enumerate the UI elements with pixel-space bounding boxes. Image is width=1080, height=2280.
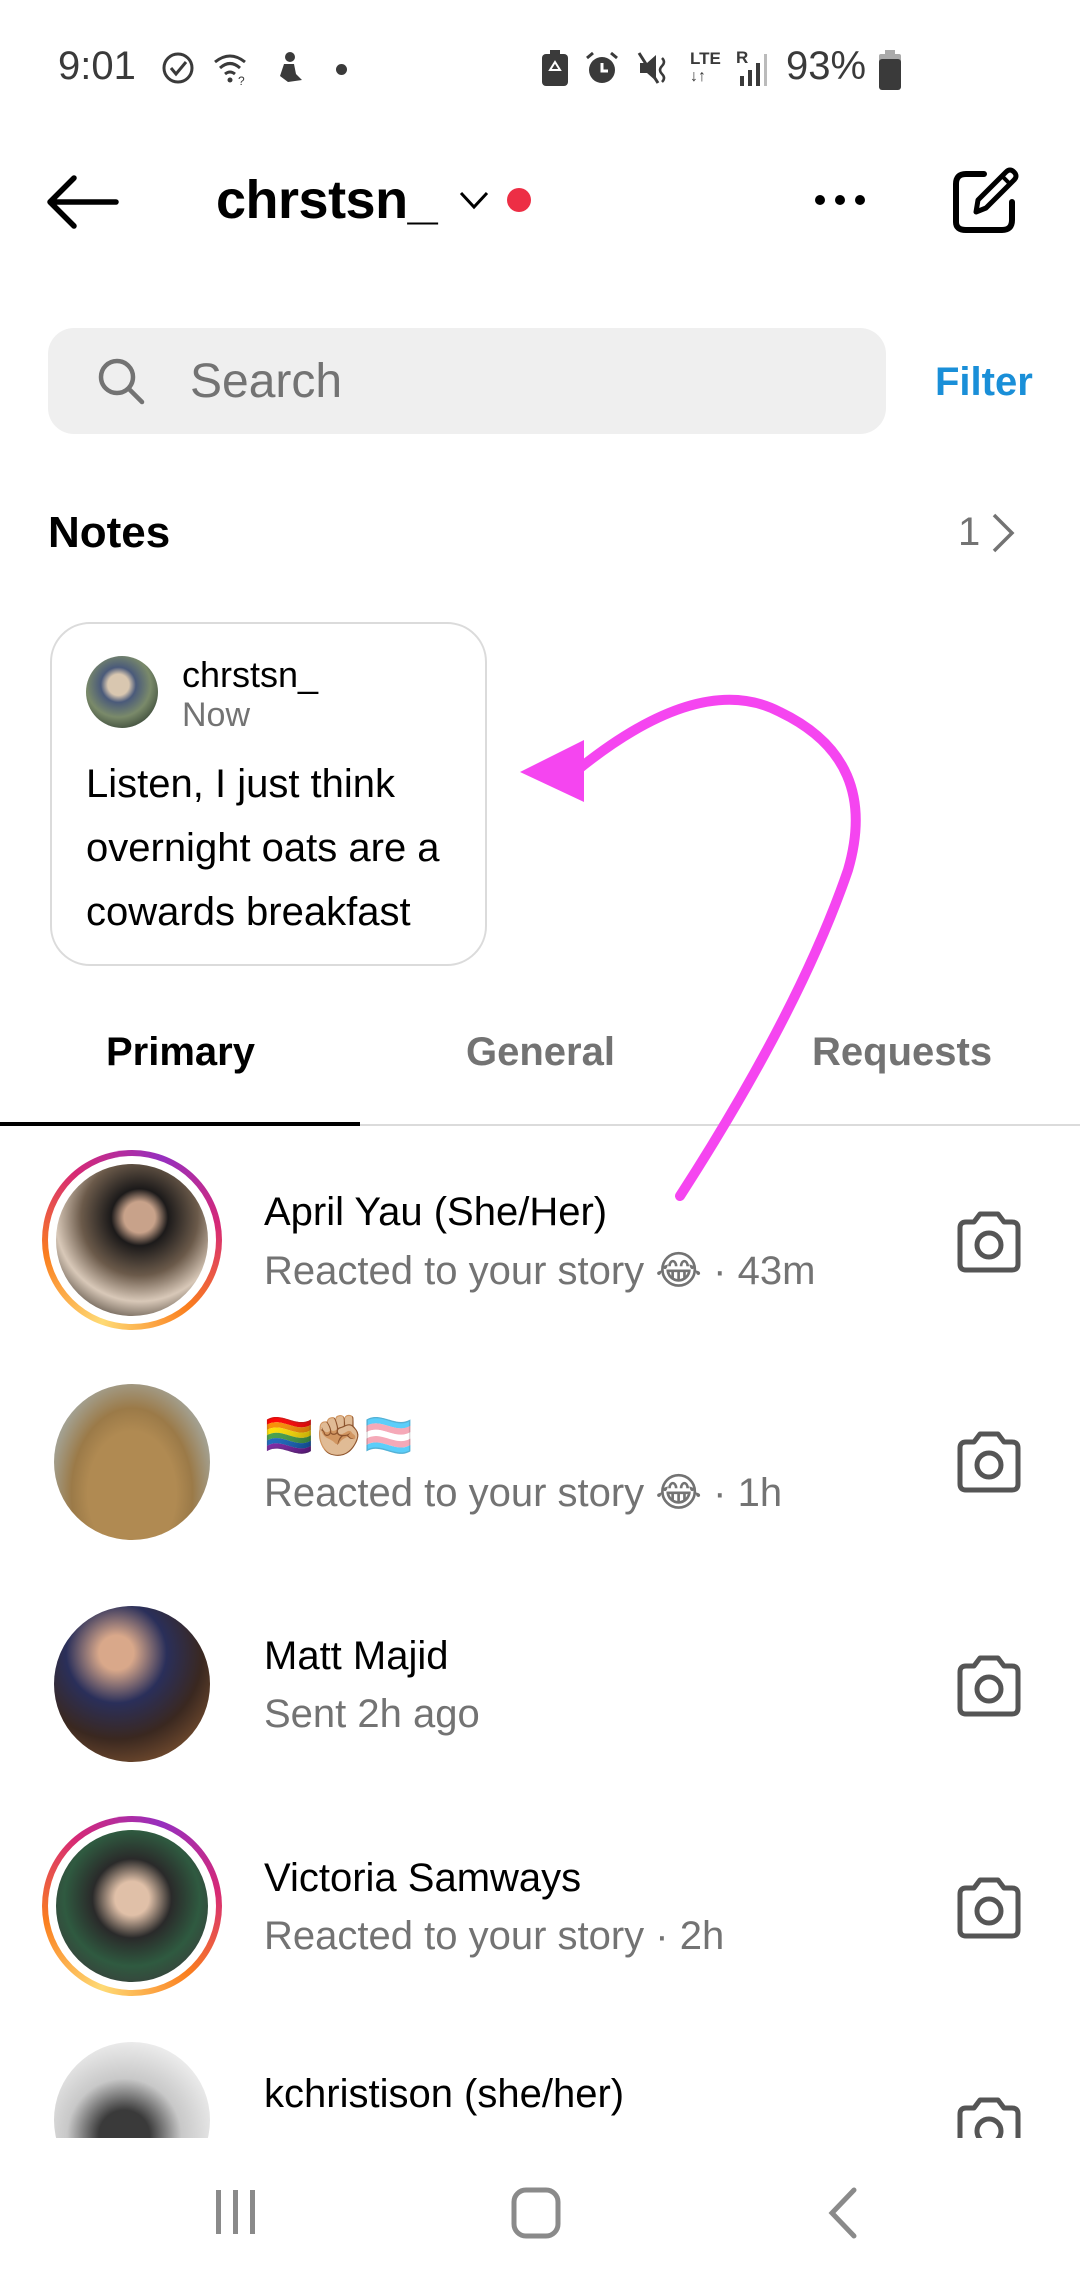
conversation-subtitle: Reacted to your story · 2h [264, 1914, 725, 1958]
note-card[interactable]: chrstsn_ Now Listen, I just think overni… [50, 622, 487, 966]
battery-saver-icon [542, 50, 568, 86]
notes-count-link[interactable]: 1 [958, 510, 1016, 555]
system-nav-bar [0, 2138, 1080, 2280]
chevron-right-icon [993, 513, 1015, 552]
note-time: Now [182, 696, 251, 734]
avatar [42, 1816, 222, 1996]
avatar-image [54, 1384, 210, 1540]
avatar [42, 1594, 222, 1774]
wifi-question-icon: ? [214, 54, 246, 86]
conversation-row[interactable]: Matt Majid Sent 2h ago [0, 1574, 1080, 1796]
tab-general[interactable]: General [466, 1030, 615, 1075]
camera-icon[interactable] [954, 1652, 1024, 1718]
battery-icon [879, 50, 901, 90]
conversation-name: April Yau (She/Her) [264, 1190, 608, 1234]
note-avatar [86, 656, 158, 728]
notes-count: 1 [958, 510, 981, 554]
camera-icon[interactable] [954, 1428, 1024, 1494]
notification-dot-icon [336, 64, 347, 75]
avatar-image [54, 2042, 210, 2138]
mute-icon [637, 52, 666, 84]
conversation-row[interactable]: 🏳️‍🌈✊🏼🏳️‍⚧️ Reacted to your story 😂 · 1h [0, 1352, 1080, 1574]
signal-icon [740, 54, 767, 86]
chevron-down-icon [460, 191, 489, 210]
conversation-name: Matt Majid [264, 1634, 449, 1678]
avatar-image [56, 1164, 208, 1316]
battery-percent: 93% [786, 44, 867, 88]
check-circle-icon [162, 52, 194, 84]
tab-requests[interactable]: Requests [812, 1030, 992, 1075]
accessibility-icon [280, 52, 302, 82]
avatar [42, 1150, 222, 1330]
notes-heading: Notes [48, 508, 171, 557]
inbox-tabs: Primary General Requests [0, 990, 1080, 1126]
avatar-image [56, 1830, 208, 1982]
conversation-subtitle: Sent 2h ago [264, 1692, 480, 1736]
status-time: 9:01 [58, 44, 136, 88]
more-options-icon[interactable] [812, 180, 868, 220]
header: chrstsn_ [0, 140, 1080, 260]
svg-text:?: ? [238, 74, 245, 86]
note-username: chrstsn_ [182, 654, 319, 695]
conversation-subtitle: Reacted to your story 😂 · 1h [264, 1471, 783, 1515]
back-arrow-icon[interactable] [44, 172, 120, 232]
filter-button[interactable]: Filter [935, 360, 1033, 405]
camera-icon[interactable] [954, 1208, 1024, 1274]
search-icon [98, 358, 145, 405]
camera-icon[interactable] [954, 2094, 1024, 2138]
lte-icon: LTE ↓↑ [690, 49, 721, 85]
tab-primary[interactable]: Primary [106, 1030, 255, 1075]
avatar [42, 2030, 222, 2138]
search-input[interactable] [190, 353, 790, 409]
conversation-row[interactable]: April Yau (She/Her) Reacted to your stor… [0, 1130, 1080, 1352]
conversation-row[interactable]: Victoria Samways Reacted to your story ·… [0, 1796, 1080, 2018]
notification-dot [507, 188, 532, 212]
network-type: LTE [690, 49, 721, 68]
note-text: Listen, I just think overnight oats are … [86, 762, 440, 934]
status-bar: 9:01 ? LTE ↓↑ R 93% [0, 0, 1080, 140]
avatar-image [54, 1606, 210, 1762]
camera-icon[interactable] [954, 1874, 1024, 1940]
search-box[interactable] [48, 328, 886, 434]
account-switcher[interactable]: chrstsn_ [216, 160, 532, 240]
home-icon[interactable] [510, 2186, 562, 2240]
conversation-subtitle: Reacted to your story 😂 · 43m [264, 1249, 816, 1293]
recents-icon[interactable] [212, 2186, 260, 2238]
account-name: chrstsn_ [216, 170, 438, 230]
conversation-name: kchristison (she/her) [264, 2072, 625, 2116]
conversation-name: Victoria Samways [264, 1856, 582, 1900]
avatar [42, 1372, 222, 1552]
conversation-row[interactable]: kchristison (she/her) [0, 2018, 1080, 2138]
alarm-icon [586, 51, 618, 83]
conversation-name: 🏳️‍🌈✊🏼🏳️‍⚧️ [264, 1414, 414, 1458]
compose-icon[interactable] [950, 164, 1022, 236]
back-chevron-icon[interactable] [824, 2186, 860, 2240]
active-tab-indicator [0, 1122, 360, 1126]
